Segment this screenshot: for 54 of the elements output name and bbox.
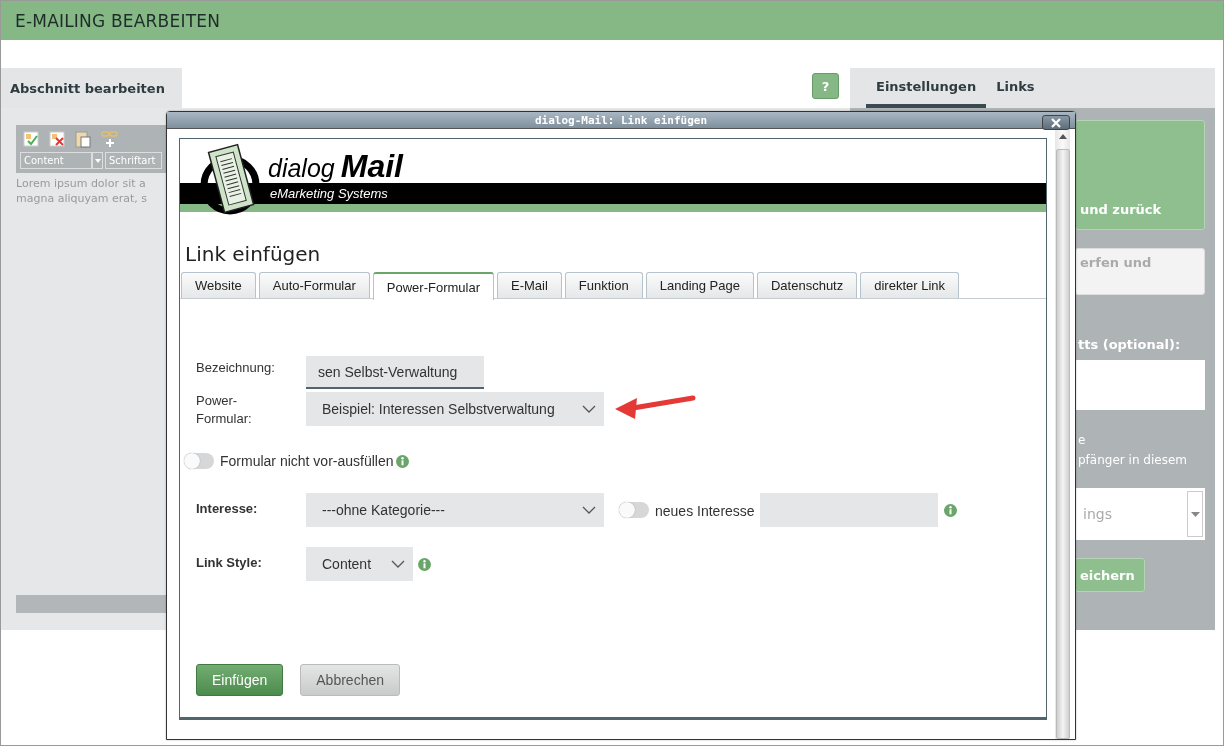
page-title: E-MAILING BEARBEITEN [15,10,221,31]
caret-icon [1190,511,1200,517]
input-field[interactable] [1075,360,1205,410]
select-field[interactable]: Beispiel: Interessen Selbstverwaltung [306,392,604,426]
close-icon [1051,117,1061,128]
cancel-button[interactable]: Abbrechen [300,664,400,696]
input-field[interactable] [759,493,938,527]
field-label: Link Style: [196,554,263,570]
close-button[interactable] [1042,115,1070,130]
dropdown-button[interactable] [92,152,103,169]
editor-text: magna aliquyam erat, s [16,191,148,206]
chevron-down-icon [391,560,405,568]
field-label: Bezeichnung: [196,359,276,375]
info-icon[interactable] [943,504,957,517]
dialog-tab[interactable]: Power-Formular [372,272,494,300]
chevron-down-icon [582,405,596,413]
accept-icon[interactable] [23,131,39,147]
field-label: Interesse: [196,500,259,516]
description-text: e [1077,432,1087,449]
dialog-heading: Link einfügen [185,242,322,266]
input-field[interactable]: sen Selbst-Verwaltung [306,356,484,389]
info-icon[interactable] [395,454,409,468]
toggle-label: neues Interesse [655,503,755,519]
dialog-tab[interactable]: Funktion [564,272,643,298]
logo-text: Mail [340,149,403,183]
settings-tab[interactable]: Links [986,79,1045,108]
panel-tab[interactable]: Abschnitt bearbeiten [1,68,182,108]
dialog-tab[interactable]: Website [181,272,256,298]
scroll-up-icon[interactable] [1058,134,1067,139]
field-label: tts (optional): [1077,337,1182,352]
select-field[interactable]: Content [306,547,413,581]
select-field[interactable]: ---ohne Kategorie--- [306,493,604,527]
dialog-tab[interactable]: Landing Page [645,272,754,298]
info-icon[interactable] [418,558,431,571]
dialog-tab[interactable]: direkter Link [860,272,960,298]
logo-text: dialog [268,153,335,183]
chevron-down-icon [582,506,596,514]
field-label: Power- [196,392,239,410]
caret-icon [94,158,101,163]
toggle-switch[interactable] [184,453,214,469]
dialog-tab[interactable]: E-Mail [497,272,562,298]
description-text: pfänger in diesem [1077,452,1188,469]
link-add-icon[interactable] [101,130,119,148]
paste-icon[interactable] [75,130,91,148]
field-label: Formular: [196,410,253,428]
toggle-switch[interactable] [619,502,649,518]
logo-tagline: eMarketing Systems [270,186,388,201]
scrollbar[interactable] [1055,129,1070,739]
dialog-tab[interactable]: Datenschutz [756,272,858,298]
dialog-title: dialog-Mail: Link einfügen [534,113,708,127]
dialog-tab[interactable]: Auto-Formular [258,272,370,298]
reject-icon[interactable] [49,131,65,147]
editor-text: Lorem ipsum dolor sit a [16,176,147,191]
toggle-label: Formular nicht vor-ausfüllen [220,453,394,469]
